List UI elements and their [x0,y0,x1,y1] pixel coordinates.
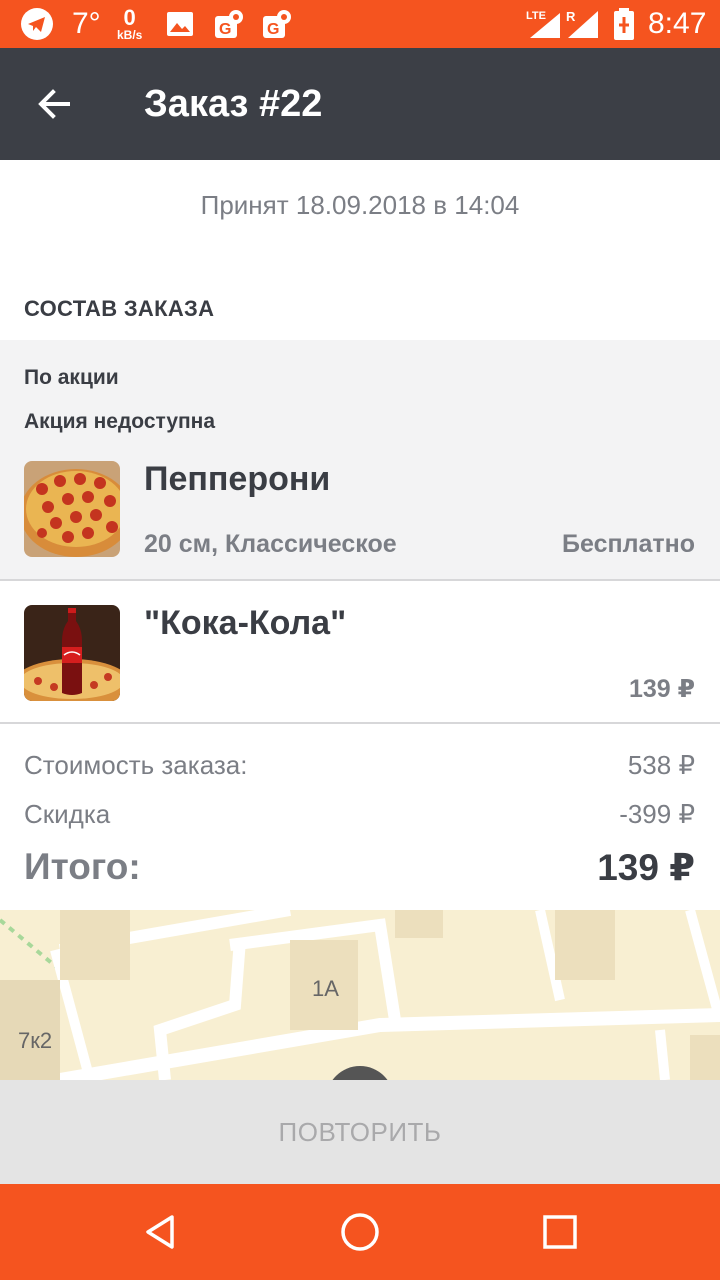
item-price: 139 ₽ [628,675,695,703]
item-name: "Кока-Кола" [144,604,347,642]
clock-text: 8:47 [648,7,707,40]
battery-icon [612,0,636,48]
pizza-image [24,461,120,557]
total-label: Итого: [24,846,141,887]
net-speed: 0 kB/s [117,0,142,48]
item-price: Бесплатно [562,530,695,558]
nav-back-button[interactable] [128,1200,192,1264]
order-cost-label: Стоимость заказа: [24,750,248,780]
app-bar: Заказ #22 [0,48,720,160]
network-label: LTE [526,10,546,22]
arrow-left-icon [38,89,70,119]
nav-recents-button[interactable] [528,1200,592,1264]
nav-home-button[interactable] [328,1200,392,1264]
order-cost-value: 538 ₽ [627,750,695,780]
discount-value: -399 ₽ [619,799,695,829]
signal-icon: LTE [526,0,564,48]
repeat-button-label: ПОВТОРИТЬ [278,1116,442,1147]
page-title: Заказ #22 [144,83,323,125]
divider [0,722,720,724]
promo-block: По акции Акция недоступна Пепперони 20 с… [0,340,720,580]
svg-text:G: G [267,21,279,38]
order-section-title: СОСТАВ ЗАКАЗА [24,296,215,321]
net-speed-unit: kB/s [117,28,143,42]
status-bar: 7° 0 kB/s G G LTE R 8:47 [0,0,720,48]
maps-icon: G [214,0,244,48]
order-accepted-date: Принят 18.09.2018 в 14:04 [200,190,520,220]
item-name: Пепперони [144,460,331,498]
gallery-icon [166,0,194,48]
telegram-icon [20,0,54,48]
triangle-back-icon [146,1215,174,1249]
circle-home-icon [341,1213,379,1251]
net-speed-value: 0 [123,5,136,30]
discount-label: Скидка [24,799,111,829]
repeat-order-button[interactable]: ПОВТОРИТЬ [0,1080,720,1184]
roaming-label: R [566,9,576,24]
map-drawing: 1А 7к2 [0,910,720,1080]
delivery-map[interactable]: 1А 7к2 [0,910,720,1080]
cola-image [24,605,120,701]
square-recents-icon [543,1215,577,1249]
maps-icon: G [262,0,292,48]
map-label: 7к2 [18,1028,52,1053]
promo-label: По акции [24,366,119,389]
promo-status: Акция недоступна [24,410,216,433]
temperature-text: 7° [72,7,101,40]
divider [0,579,720,581]
total-value: 139 ₽ [597,847,695,888]
signal-icon: R [566,0,602,48]
svg-text:G: G [219,21,231,38]
map-label: 1А [312,976,339,1001]
item-description: 20 см, Классическое [144,530,397,558]
back-button[interactable] [22,72,86,136]
system-nav-bar [0,1184,720,1280]
